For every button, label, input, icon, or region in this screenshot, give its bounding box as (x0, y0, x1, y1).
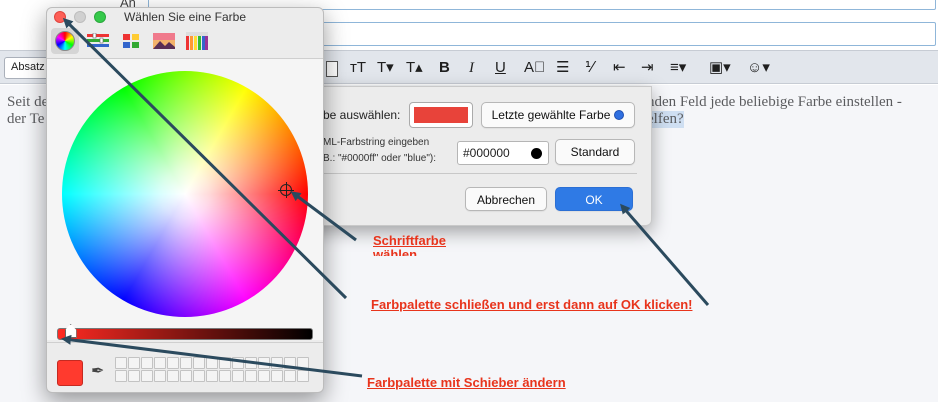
annotation-arrows (61, 17, 710, 378)
arrow-to-slider-knob (61, 334, 363, 378)
arrow-to-close-button (62, 17, 348, 300)
arrow-to-ok-button (620, 203, 710, 306)
arrow-to-crosshair (290, 191, 357, 242)
